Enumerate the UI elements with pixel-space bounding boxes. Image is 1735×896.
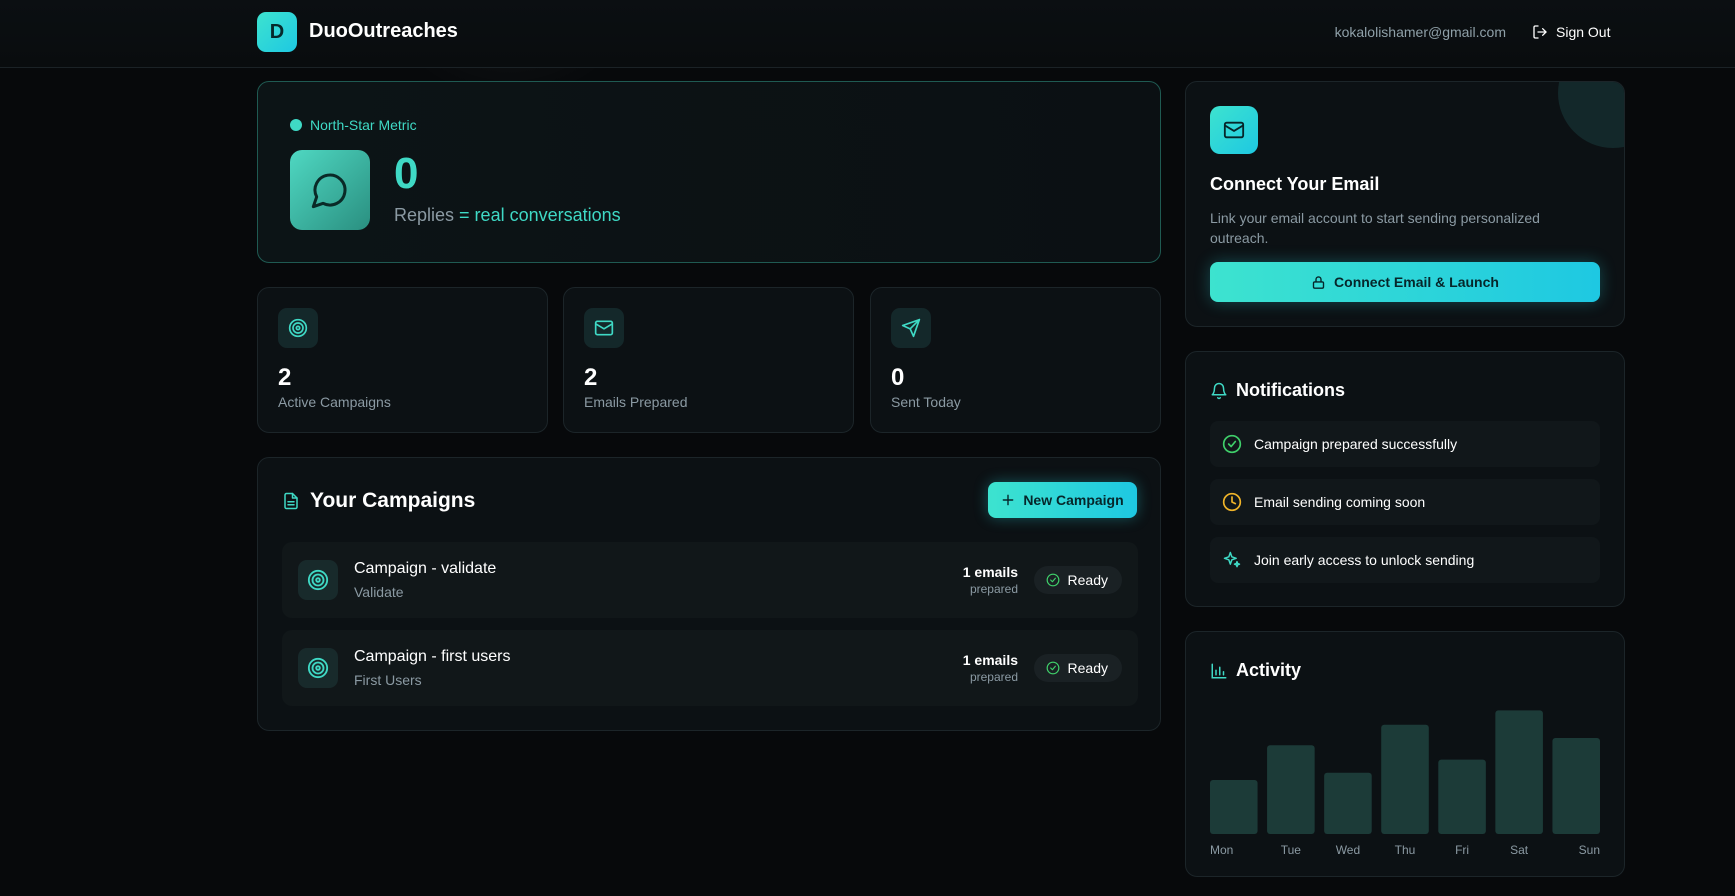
connect-email-label: Connect Email & Launch (1334, 274, 1499, 290)
status-dot (290, 119, 302, 131)
activity-tick-label: Mon (1210, 843, 1233, 857)
campaign-name[interactable]: Campaign - validate (354, 560, 496, 578)
activity-bar-tue (1267, 745, 1315, 834)
count-value: 1 emails (962, 652, 1018, 668)
campaign-subtitle: First Users (354, 672, 422, 688)
activity-card: Activity Mon Tue Wed Thu Fri Sat Sun (1185, 631, 1625, 877)
activity-bar-wed (1324, 772, 1372, 834)
activity-bar-mon (1210, 780, 1258, 834)
notification-text: Campaign prepared successfully (1254, 436, 1458, 452)
count-label: prepared (969, 582, 1018, 596)
activity-bar-fri (1438, 759, 1486, 834)
mail-icon (1210, 106, 1258, 154)
stat-label: Active Campaigns (278, 394, 391, 410)
activity-bar-chart: Mon Tue Wed Thu Fri Sat Sun (1210, 710, 1600, 857)
user-email: kokalolishamer@gmail.com (1334, 24, 1506, 40)
sparkle-icon (1223, 551, 1241, 568)
activity-title-text: Activity (1236, 660, 1302, 680)
target-icon (298, 648, 338, 688)
clock-icon (1222, 492, 1242, 512)
new-campaign-label: New Campaign (1023, 492, 1124, 508)
target-icon (278, 308, 318, 348)
plus-icon (1002, 494, 1014, 506)
chat-bubble-icon (290, 150, 370, 230)
north-star-label-text: North-Star Metric (310, 117, 417, 133)
campaign-email-count: 1 emails prepared (963, 564, 1018, 596)
brand-name[interactable]: DuoOutreaches (309, 20, 458, 43)
connect-email-description: Link your email account to start sending… (1210, 210, 1540, 246)
count-value: 1 emails (962, 564, 1018, 580)
activity-tick-label: Thu (1395, 843, 1416, 857)
north-star-caption: Replies = real conversations (394, 205, 621, 226)
activity-bar-sat (1495, 710, 1543, 834)
activity-tick-label: Tue (1281, 843, 1302, 857)
campaign-subtitle: Validate (354, 584, 404, 600)
logo-letter: D (269, 20, 285, 43)
check-circle-icon (1046, 573, 1059, 587)
activity-bar-thu (1381, 724, 1429, 834)
activity-tick-label: Fri (1455, 843, 1469, 857)
sign-out-button[interactable]: Sign Out (1532, 21, 1610, 43)
stat-label: Emails Prepared (584, 394, 688, 410)
decorative-circle (1558, 82, 1624, 148)
log-out-icon (1533, 25, 1547, 39)
notification-item[interactable]: Email sending coming soon (1210, 479, 1600, 525)
notifications-title-text: Notifications (1236, 380, 1346, 400)
sign-out-label: Sign Out (1556, 24, 1611, 40)
notifications-title: Notifications (1210, 380, 1345, 401)
notification-text: Email sending coming soon (1254, 494, 1426, 510)
connect-email-card: Connect Your Email Link your email accou… (1185, 81, 1625, 327)
campaign-email-count: 1 emails prepared (963, 652, 1018, 684)
check-circle-icon (1222, 434, 1242, 454)
notification-item[interactable]: Campaign prepared successfully (1210, 421, 1600, 467)
stat-card-sent-today: 0 Sent Today (870, 287, 1161, 433)
activity-bar-sun (1552, 738, 1600, 834)
stat-value: 0 (891, 364, 905, 391)
app-logo[interactable]: D (257, 12, 297, 52)
campaigns-title: Your Campaigns (282, 489, 475, 513)
north-star-label: North-Star Metric (290, 117, 417, 133)
campaigns-card: Your Campaigns New Campaign Campaign - v… (257, 457, 1161, 731)
activity-tick-label: Wed (1336, 843, 1360, 857)
notification-text: Join early access to unlock sending (1254, 552, 1475, 568)
bar-chart-icon (1211, 663, 1227, 678)
north-star-value: 0 (394, 149, 419, 198)
new-campaign-button[interactable]: New Campaign (988, 482, 1137, 518)
campaign-row[interactable]: Campaign - first users First Users 1 ema… (282, 630, 1138, 706)
status-badge: Ready (1033, 566, 1122, 594)
check-circle-icon (1046, 661, 1059, 675)
mail-icon (584, 308, 624, 348)
connect-email-title: Connect Your Email (1210, 174, 1380, 194)
campaigns-title-text: Your Campaigns (310, 489, 476, 512)
notifications-card: Notifications Campaign prepared successf… (1185, 351, 1625, 607)
connect-email-button[interactable]: Connect Email & Launch (1210, 262, 1600, 302)
status-badge: Ready (1033, 654, 1122, 682)
campaign-row[interactable]: Campaign - validate Validate 1 emails pr… (282, 542, 1138, 618)
status-text: Ready (1067, 572, 1108, 588)
file-text-icon (284, 492, 298, 510)
bell-icon (1211, 382, 1227, 399)
status-text: Ready (1067, 660, 1108, 676)
stat-label: Sent Today (891, 394, 961, 410)
lock-icon (1312, 275, 1325, 289)
stat-card-emails-prepared: 2 Emails Prepared (563, 287, 854, 433)
activity-tick-label: Sat (1510, 843, 1529, 857)
north-star-card: North-Star Metric 0 Replies = real conve… (257, 81, 1161, 263)
stat-card-active-campaigns: 2 Active Campaigns (257, 287, 548, 433)
stat-value: 2 (278, 364, 292, 391)
count-label: prepared (969, 670, 1018, 684)
caption-accent: = real conversations (459, 205, 621, 225)
send-icon (891, 308, 931, 348)
activity-title: Activity (1210, 660, 1301, 681)
notification-item[interactable]: Join early access to unlock sending (1210, 537, 1600, 583)
top-header: D DuoOutreaches kokalolishamer@gmail.com… (0, 0, 1735, 68)
target-icon (298, 560, 338, 600)
stat-value: 2 (584, 364, 598, 391)
campaign-name[interactable]: Campaign - first users (354, 648, 511, 666)
caption-main: Replies (394, 205, 455, 225)
activity-tick-label: Sun (1579, 843, 1600, 857)
